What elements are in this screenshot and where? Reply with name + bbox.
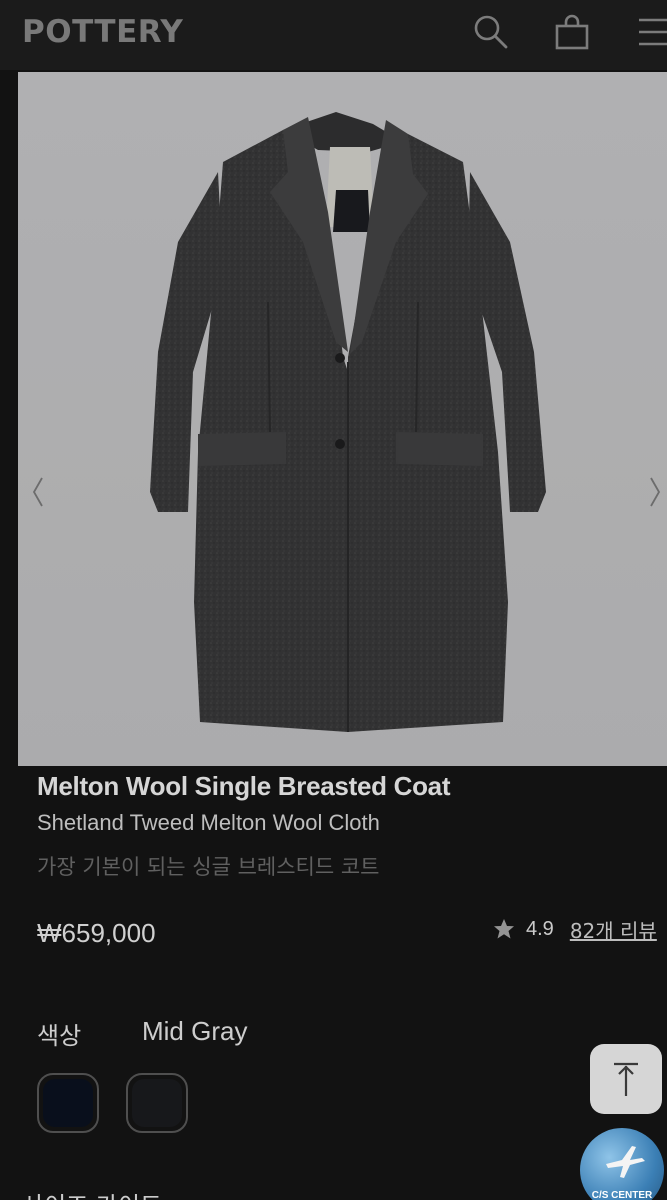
logo[interactable]: POTTERY <box>22 14 183 50</box>
size-guide-heading[interactable]: 사이즈 가이드 <box>22 1186 162 1200</box>
product-title: Melton Wool Single Breasted Coat <box>37 771 451 801</box>
shopping-bag-icon[interactable] <box>552 12 592 52</box>
reviews-link[interactable]: 82개 리뷰 <box>570 915 657 944</box>
coat-image <box>150 112 546 732</box>
product-description: 가장 기본이 되는 싱글 브레스티드 코트 <box>37 855 380 879</box>
airplane-icon <box>606 1146 645 1178</box>
selected-color-value: Mid Gray <box>142 1016 248 1046</box>
cs-center-label: C/S CENTER <box>591 1190 653 1200</box>
product-price: ₩659,000 <box>37 918 156 948</box>
product-rating: 4.9 82개 리뷰 <box>492 914 657 944</box>
search-icon[interactable] <box>470 12 510 52</box>
color-swatch-navy[interactable] <box>37 1073 99 1133</box>
menu-icon[interactable] <box>634 12 667 52</box>
color-option-label: 색상 <box>37 1022 82 1050</box>
color-swatch-mid-gray[interactable] <box>126 1073 188 1133</box>
previous-image-arrow-icon[interactable] <box>26 472 50 512</box>
product-subtitle: Shetland Tweed Melton Wool Cloth <box>37 810 380 835</box>
star-icon <box>492 917 516 941</box>
arrow-up-icon <box>614 1062 638 1096</box>
header: POTTERY <box>0 0 667 70</box>
next-image-arrow-icon[interactable] <box>643 472 667 512</box>
product-image-gallery[interactable] <box>18 72 667 766</box>
scroll-to-top-button[interactable] <box>590 1044 662 1114</box>
cs-center-button[interactable]: C/S CENTER <box>580 1128 664 1200</box>
rating-value: 4.9 <box>526 917 554 940</box>
